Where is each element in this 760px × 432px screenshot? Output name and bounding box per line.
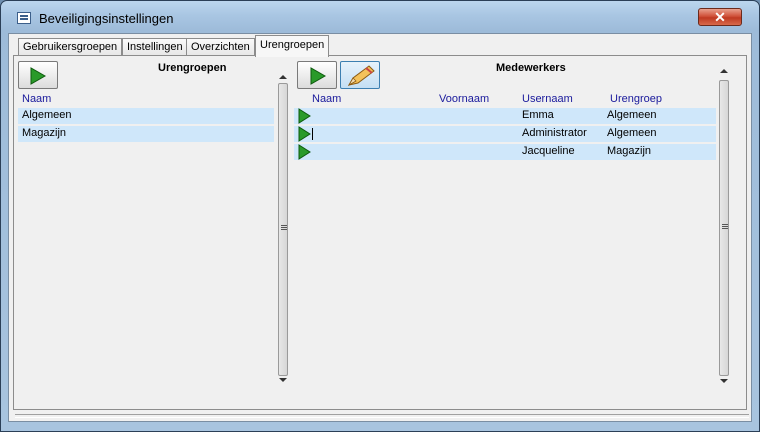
row-arrow-icon: [298, 144, 311, 160]
tab-gebruikersgroepen[interactable]: Gebruikersgroepen: [18, 38, 123, 56]
scroll-up-icon[interactable]: [720, 69, 728, 73]
scroll-thumb[interactable]: [719, 80, 729, 376]
tab-overzichten[interactable]: Overzichten: [186, 38, 255, 56]
urengroepen-heading: Urengroepen: [158, 62, 227, 74]
scroll-down-icon[interactable]: [279, 378, 287, 382]
window-title: Beveiligingsinstellingen: [39, 11, 174, 26]
list-item-label: Magazijn: [22, 127, 67, 139]
cell-usernaam: Emma: [522, 109, 554, 121]
pencil-icon: [347, 65, 375, 87]
column-header-naam[interactable]: Naam: [312, 93, 341, 105]
tab-instellingen[interactable]: Instellingen: [122, 38, 188, 56]
cell-urengroep: Magazijn: [607, 145, 652, 157]
column-header-voornaam[interactable]: Voornaam: [439, 93, 489, 105]
cell-usernaam: Jacqueline: [522, 145, 575, 157]
cell-usernaam: Administrator: [522, 127, 587, 139]
urengroepen-page: Urengroepen Naam Algemeen Magazijn Medew…: [13, 55, 747, 410]
table-row[interactable]: Administrator Algemeen: [294, 126, 716, 142]
row-arrow-icon: [298, 126, 311, 142]
column-header-usernaam[interactable]: Usernaam: [522, 93, 573, 105]
table-row[interactable]: Emma Algemeen: [294, 108, 716, 124]
cell-urengroep: Algemeen: [607, 127, 657, 139]
main-window: Beveiligingsinstellingen ✕ Gebruikersgro…: [0, 0, 760, 432]
cell-urengroep: Algemeen: [607, 109, 657, 121]
list-item[interactable]: Magazijn: [18, 126, 274, 142]
green-play-icon: [310, 67, 327, 85]
right-scrollbar[interactable]: [717, 66, 731, 386]
new-urengroep-button[interactable]: [18, 61, 58, 89]
list-item-label: Algemeen: [22, 109, 72, 121]
medewerkers-heading: Medewerkers: [496, 62, 566, 74]
list-item[interactable]: Algemeen: [18, 108, 274, 124]
app-icon: [17, 12, 31, 24]
row-arrow-icon: [298, 108, 311, 124]
scroll-up-icon[interactable]: [279, 75, 287, 79]
left-scrollbar[interactable]: [276, 73, 290, 386]
bottom-divider: [15, 414, 749, 418]
close-button[interactable]: ✕: [698, 8, 742, 26]
column-header-urengroep[interactable]: Urengroep: [610, 93, 662, 105]
new-medewerker-button[interactable]: [297, 61, 337, 89]
client-area: Gebruikersgroepen Instellingen Overzicht…: [8, 33, 752, 422]
green-play-icon: [30, 67, 47, 85]
text-cursor: [312, 128, 313, 140]
column-header-naam[interactable]: Naam: [22, 93, 51, 105]
scroll-down-icon[interactable]: [720, 379, 728, 383]
edit-button[interactable]: [340, 61, 380, 89]
title-bar[interactable]: Beveiligingsinstellingen ✕: [1, 1, 759, 33]
table-row[interactable]: Jacqueline Magazijn: [294, 144, 716, 160]
scroll-thumb[interactable]: [278, 83, 288, 376]
tab-urengroepen[interactable]: Urengroepen: [255, 35, 330, 57]
